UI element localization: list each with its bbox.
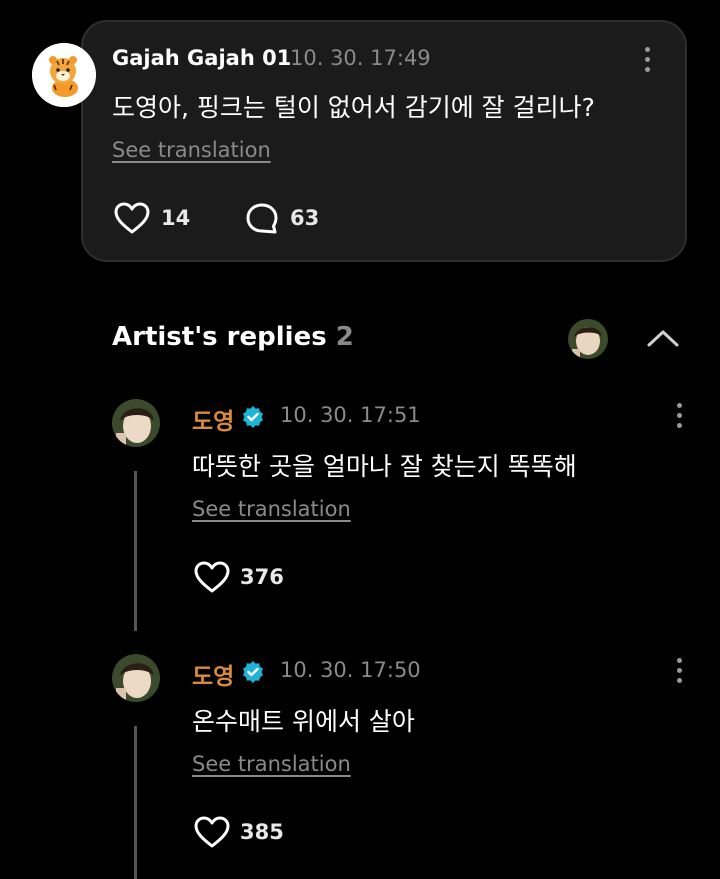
artist-avatar-icon: [112, 654, 160, 702]
heart-icon[interactable]: [193, 560, 231, 594]
chevron-up-icon[interactable]: [646, 327, 680, 349]
post-more-icon[interactable]: [637, 45, 657, 75]
reply-avatar[interactable]: [112, 399, 160, 447]
post-likes-count: 14: [161, 206, 191, 230]
reply-text: 온수매트 위에서 살아: [192, 707, 415, 736]
comment-bubble-icon[interactable]: [245, 202, 279, 236]
post-time: 10. 30. 17:49: [290, 46, 431, 70]
post-author[interactable]: Gajah Gajah 01: [112, 46, 291, 70]
artist-avatar-icon: [112, 399, 160, 447]
reply-likes-count: 385: [240, 820, 284, 844]
artist-avatar-icon: [568, 319, 608, 359]
reply-author[interactable]: 도영: [192, 402, 234, 436]
thread-line: [134, 726, 137, 879]
verified-badge-icon: [243, 661, 263, 683]
post-text: 도영아, 핑크는 털이 없어서 감기에 잘 걸리나?: [112, 93, 595, 122]
reply-time: 10. 30. 17:50: [280, 658, 421, 682]
tiger-avatar-icon: [32, 43, 96, 107]
reply-more-icon[interactable]: [669, 401, 689, 431]
post-comments-count: 63: [290, 206, 320, 230]
reply-avatar[interactable]: [112, 654, 160, 702]
artist-replies-count: 2: [335, 322, 354, 352]
reply-likes-count: 376: [240, 565, 284, 589]
reply-time: 10. 30. 17:51: [280, 403, 421, 427]
verified-badge-icon: [243, 406, 263, 428]
reply-text: 따뜻한 곳을 얼마나 잘 찾는지 똑똑해: [192, 452, 577, 481]
reply-see-translation-link[interactable]: See translation: [192, 497, 351, 521]
post-see-translation-link[interactable]: See translation: [112, 138, 271, 162]
heart-icon[interactable]: [193, 815, 231, 849]
artist-replies-label: Artist's replies: [112, 322, 327, 352]
reply-see-translation-link[interactable]: See translation: [192, 752, 351, 776]
thread-line: [134, 471, 137, 631]
reply-author[interactable]: 도영: [192, 657, 234, 691]
user-avatar[interactable]: [32, 43, 96, 107]
artist-replies-title: Artist's replies 2: [112, 322, 354, 352]
artist-avatar-small[interactable]: [568, 319, 608, 359]
heart-icon[interactable]: [113, 201, 151, 235]
reply-more-icon[interactable]: [669, 656, 689, 686]
